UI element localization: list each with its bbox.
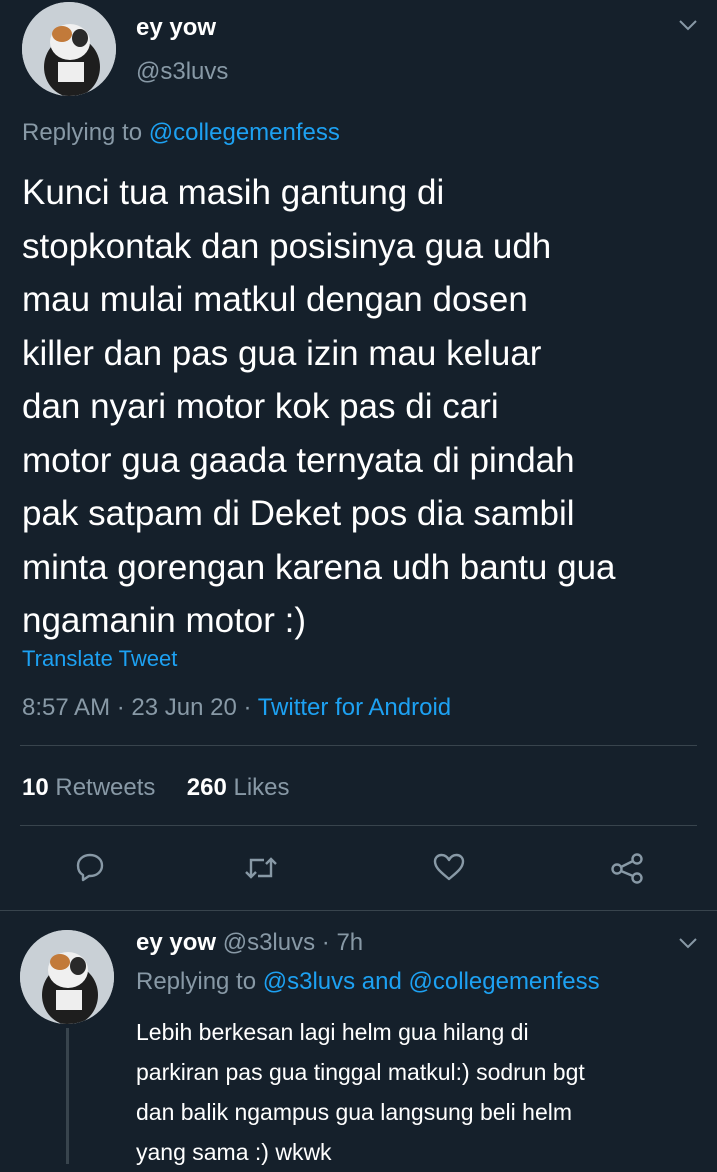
reply-text: Lebih berkesan lagi helm gua hilang di p…	[136, 1012, 714, 1172]
retweets-stat[interactable]: 10 Retweets	[22, 774, 162, 801]
avatar[interactable]	[22, 2, 116, 96]
tweet-text-line: pak satpam di Deket pos dia sambil	[22, 494, 575, 533]
tweet-text-line: killer dan pas gua izin mau keluar	[22, 333, 542, 373]
tweet-text-line: mau mulai matkul dengan dosen	[22, 280, 528, 319]
tweet-text-line: ngamanin motor :)	[22, 601, 307, 640]
tweet-text-line: dan nyari motor kok pas di cari	[22, 387, 499, 426]
likes-stat[interactable]: 260 Likes	[187, 774, 290, 801]
tweet-text-line: stopkontak dan posisinya gua udh	[22, 226, 552, 266]
retweet-icon[interactable]	[244, 853, 278, 883]
replying-to-link[interactable]: @collegemenfess	[149, 119, 340, 146]
thread-line	[66, 1028, 69, 1164]
reply-avatar[interactable]	[20, 930, 114, 1024]
likes-count: 260	[186, 774, 227, 801]
chevron-down-icon[interactable]	[678, 936, 698, 950]
translate-tweet-link[interactable]: Translate Tweet	[22, 646, 177, 672]
author-handle[interactable]: @s3luvs	[136, 58, 228, 86]
retweets-count: 10	[22, 774, 49, 801]
reply-text-line: parkiran pas gua tinggal matkul:) sodrun…	[136, 1059, 585, 1085]
replying-to-link[interactable]: @s3luvs and @collegemenfess	[263, 968, 600, 995]
tweet-source-link[interactable]: Twitter for Android	[258, 694, 451, 721]
replying-label: Replying to	[22, 119, 143, 146]
reply-text-line: Lebih berkesan lagi helm gua hilang di	[136, 1019, 529, 1045]
retweets-label: Retweets	[55, 774, 156, 801]
reply-handle-time[interactable]: @s3luvs · 7h	[223, 929, 363, 956]
tweet-text: Kunci tua masih gantung di stopkontak da…	[22, 166, 712, 648]
reply-text-line: yang sama :) wkwk	[136, 1139, 332, 1165]
replying-label: Replying to	[136, 968, 257, 995]
reply-header: ey yow @s3luvs · 7h	[136, 929, 363, 957]
replying-to: Replying to @collegemenfess	[22, 119, 340, 147]
author-name[interactable]: ey yow	[136, 14, 216, 42]
engagement-stats: 10 Retweets 260 Likes	[22, 774, 290, 802]
tweet-text-line: motor gua gaada ternyata di pindah	[22, 440, 575, 480]
reply-author-name[interactable]: ey yow	[136, 929, 216, 956]
reply-text-line: dan balik ngampus gua langsung beli helm	[136, 1099, 573, 1125]
share-icon[interactable]	[610, 852, 644, 884]
likes-label: Likes	[233, 774, 290, 801]
tweet-text-line: minta gorengan karena udh bantu gua	[22, 547, 616, 587]
like-icon[interactable]	[432, 852, 466, 882]
tweet-metadata: 8:57 AM · 23 Jun 20 · Twitter for Androi…	[22, 694, 451, 722]
reply-icon[interactable]	[74, 851, 106, 883]
chevron-down-icon[interactable]	[678, 18, 698, 32]
reply-replying-to: Replying to @s3luvs and @collegemenfess	[136, 968, 600, 996]
tweet-timestamp: 8:57 AM · 23 Jun 20 ·	[22, 694, 258, 721]
tweet-text-line: Kunci tua masih gantung di	[22, 173, 445, 212]
